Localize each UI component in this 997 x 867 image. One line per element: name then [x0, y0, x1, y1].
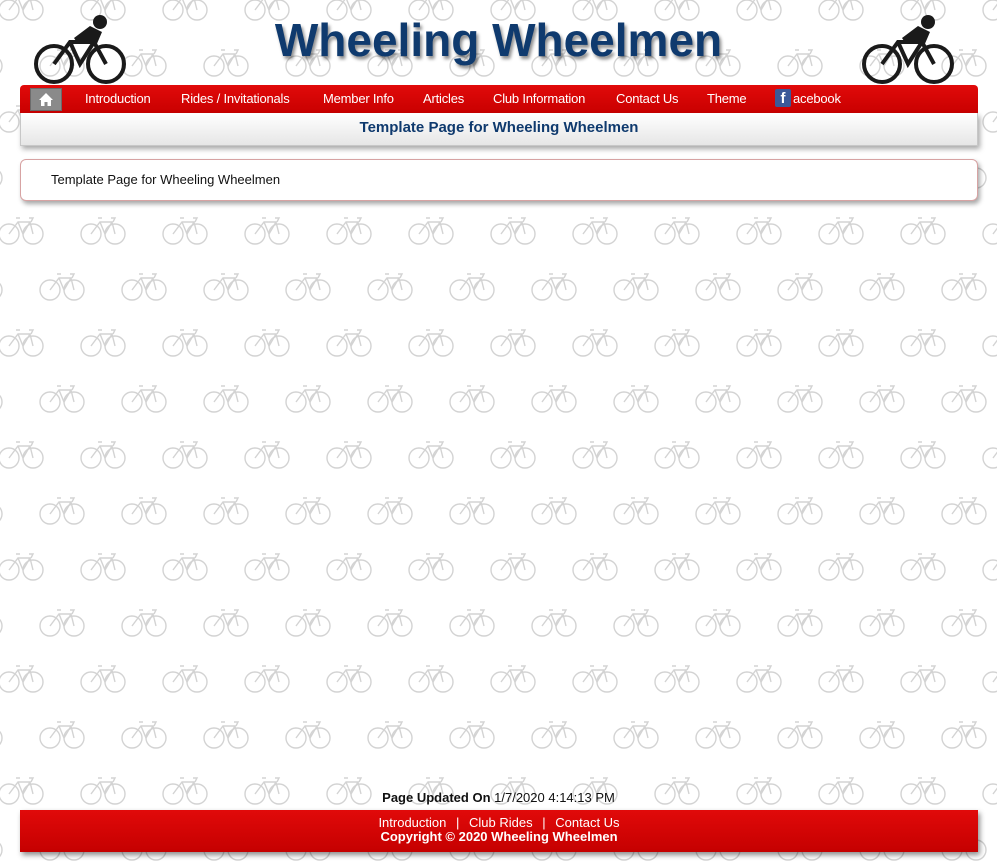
site-title: Wheeling Wheelmen	[274, 14, 723, 66]
home-button[interactable]	[30, 88, 62, 111]
nav-contact-us[interactable]: Contact Us	[616, 91, 679, 106]
nav-club-information[interactable]: Club Information	[493, 91, 585, 106]
page-title: Template Page for Wheeling Wheelmen	[20, 113, 978, 146]
main-nav-bar: Introduction Rides / Invitationals Membe…	[20, 85, 978, 113]
page-updated: Page Updated On 1/7/2020 4:14:13 PM	[0, 790, 997, 805]
facebook-icon[interactable]: f	[775, 89, 791, 107]
content-text: Template Page for Wheeling Wheelmen	[51, 172, 281, 187]
footer-link-contact-us[interactable]: Contact Us	[555, 815, 619, 830]
footer-separator: |	[456, 815, 460, 830]
nav-theme[interactable]: Theme	[707, 91, 747, 106]
footer-bar: Introduction | Club Rides | Contact Us C…	[20, 810, 978, 852]
footer-link-introduction[interactable]: Introduction	[378, 815, 446, 830]
nav-facebook[interactable]: acebook	[793, 91, 841, 106]
nav-articles[interactable]: Articles	[423, 91, 464, 106]
copyright: Copyright © 2020 Wheeling Wheelmen	[380, 829, 618, 844]
updated-value: 1/7/2020 4:14:13 PM	[494, 790, 615, 805]
home-icon	[39, 93, 53, 106]
footer-links: Introduction | Club Rides | Contact Us	[20, 816, 978, 830]
content-panel: Template Page for Wheeling Wheelmen	[20, 159, 978, 201]
updated-label: Page Updated On	[382, 790, 491, 805]
nav-member-info[interactable]: Member Info	[323, 91, 394, 106]
footer-separator: |	[542, 815, 546, 830]
nav-rides-invitationals[interactable]: Rides / Invitationals	[181, 91, 290, 106]
nav-introduction[interactable]: Introduction	[85, 91, 151, 106]
footer-link-club-rides[interactable]: Club Rides	[469, 815, 533, 830]
